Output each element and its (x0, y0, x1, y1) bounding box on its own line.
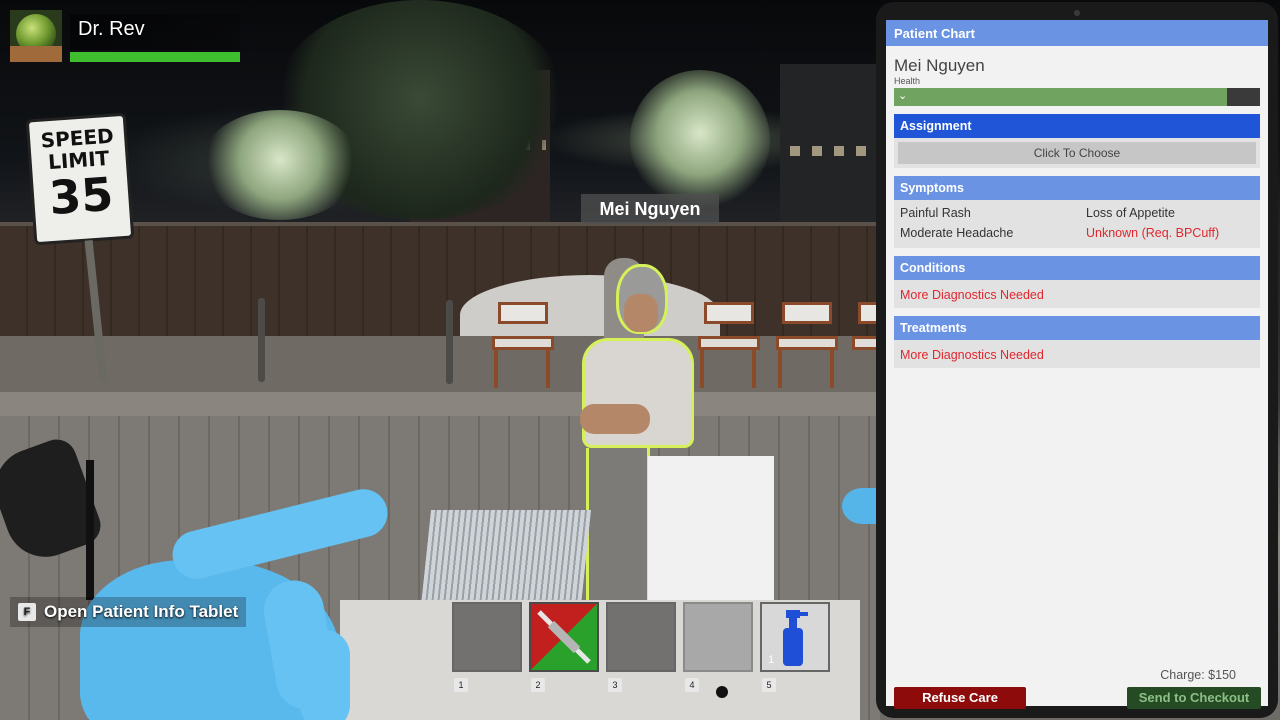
chart-header: Patient Chart (886, 20, 1268, 46)
waiting-chair (776, 302, 838, 388)
bollard (258, 298, 265, 382)
hotbar-slot-5[interactable]: 1 5 (760, 602, 830, 692)
send-to-checkout-button[interactable]: Send to Checkout (1127, 687, 1261, 709)
open-tablet-prompt[interactable]: F Open Patient Info Tablet (10, 597, 247, 627)
player-avatar (10, 10, 62, 62)
tablet-camera (1074, 10, 1080, 16)
patient-tablet: Patient Chart Mei Nguyen Health ⌄ Assign… (876, 2, 1278, 718)
slot-key-label: 2 (531, 678, 545, 692)
hotbar: 1 2 3 4 1 5 (452, 602, 830, 692)
symptom-item: Painful Rash (900, 206, 971, 220)
building-windows (790, 146, 870, 156)
choose-assignment-button[interactable]: Click To Choose (898, 142, 1256, 164)
slot-key-label: 1 (454, 678, 468, 692)
patient-health-fill (894, 88, 1228, 106)
waiting-chair (698, 302, 760, 388)
syringe-icon (537, 610, 591, 664)
slot-item-count: 1 (768, 654, 775, 666)
assignment-section: Assignment Click To Choose (894, 114, 1260, 168)
bollard (446, 300, 453, 384)
tablet-screen: Patient Chart Mei Nguyen Health ⌄ Assign… (886, 20, 1268, 709)
symptom-item: Moderate Headache (900, 226, 1014, 240)
symptom-item: Loss of Appetite (1086, 206, 1175, 220)
conditions-section: Conditions More Diagnostics Needed (894, 256, 1260, 308)
chart-patient-name: Mei Nguyen (894, 56, 985, 75)
chevron-down-icon: ⌄ (898, 90, 908, 102)
slot-key-label: 5 (762, 678, 776, 692)
patient-face (624, 294, 658, 332)
sign-text-line3: 35 (47, 166, 115, 226)
symptoms-section: Symptoms Painful Rash Loss of Appetite M… (894, 176, 1260, 248)
treatments-status: More Diagnostics Needed (900, 348, 1044, 362)
hotbar-slot-1[interactable]: 1 (452, 602, 522, 692)
conditions-status: More Diagnostics Needed (900, 288, 1044, 302)
lit-tree (200, 110, 360, 220)
symptoms-header: Symptoms (894, 176, 1260, 200)
curb (0, 392, 880, 418)
lit-tree (630, 70, 770, 210)
symptom-list: Painful Rash Loss of Appetite Moderate H… (900, 204, 1254, 244)
conditions-header: Conditions (894, 256, 1260, 280)
player-health-bar (70, 52, 240, 62)
patient-arm (580, 404, 650, 434)
crosshair (716, 686, 728, 698)
slot-key-label: 4 (685, 678, 699, 692)
player-health-fill (70, 52, 240, 62)
treatments-header: Treatments (894, 316, 1260, 340)
treatments-section: Treatments More Diagnostics Needed (894, 316, 1260, 368)
player-status: Dr. Rev (10, 10, 242, 64)
patient-legs (586, 448, 650, 604)
charge-amount: Charge: $150 (1160, 668, 1236, 682)
hotbar-slot-2[interactable]: 2 (529, 602, 599, 692)
refuse-care-button[interactable]: Refuse Care (894, 687, 1026, 709)
patient-health-bar: ⌄ (894, 88, 1260, 106)
clipboard (648, 456, 774, 606)
patient-nametag: Mei Nguyen (581, 194, 719, 224)
speed-limit-sign: SPEED LIMIT 35 (25, 112, 135, 246)
health-label: Health (894, 76, 921, 86)
symptom-item-unknown: Unknown (Req. BPCuff) (1086, 226, 1220, 240)
player-name: Dr. Rev (70, 14, 240, 50)
key-f-icon: F (18, 603, 36, 621)
assignment-header: Assignment (894, 114, 1260, 138)
prompt-text: Open Patient Info Tablet (44, 602, 239, 621)
hotbar-slot-3[interactable]: 3 (606, 602, 676, 692)
waiting-chair (492, 302, 554, 388)
slot-key-label: 3 (608, 678, 622, 692)
hotbar-slot-4[interactable]: 4 (683, 602, 753, 692)
